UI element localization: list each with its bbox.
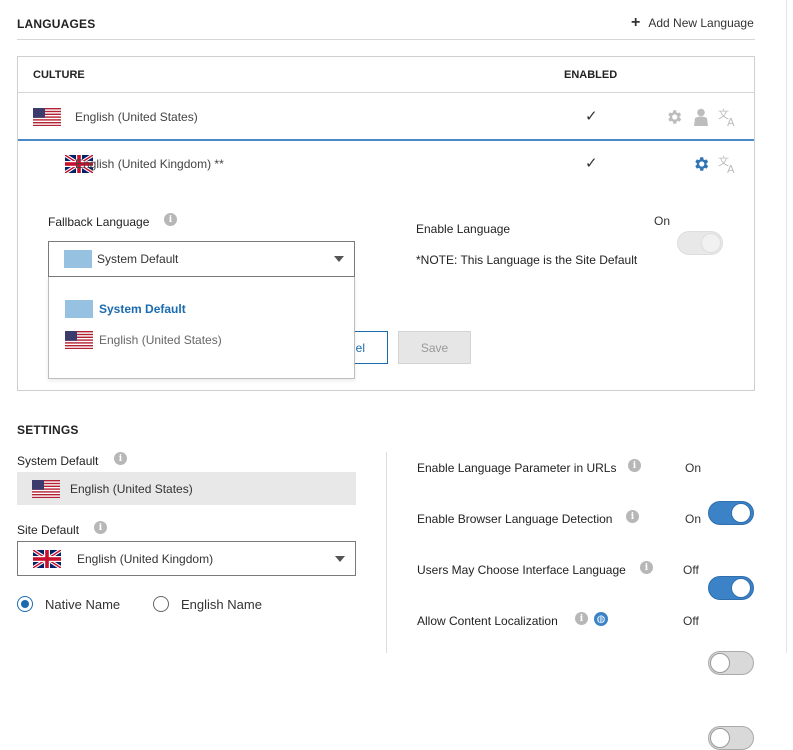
culture-column-header: CULTURE [33, 69, 85, 81]
toggle-state-content-localization: Off [683, 614, 699, 628]
us-flag-icon [33, 108, 61, 126]
display-name-option-native[interactable]: Native Name [17, 596, 120, 612]
gear-icon[interactable] [691, 154, 711, 174]
system-default-field: English (United States) [17, 472, 356, 505]
info-icon[interactable]: i [114, 452, 127, 465]
site-default-label: Site Default [17, 523, 80, 537]
enable-language-state: On [654, 214, 671, 228]
site-default-select[interactable]: English (United Kingdom) [17, 541, 356, 576]
cancel-button-label: el [355, 340, 365, 355]
enabled-check-icon: ✓ [585, 108, 598, 125]
fallback-language-dropdown [48, 277, 355, 379]
uk-flag-icon [33, 549, 61, 568]
system-default-swatch-icon [65, 300, 93, 318]
chevron-down-icon [334, 256, 344, 262]
system-default-label: System Default [17, 454, 99, 468]
display-name-option-english[interactable]: English Name [153, 596, 262, 612]
svg-text:A: A [727, 163, 735, 174]
toggle-label-content-localization: Allow Content Localization [417, 614, 558, 628]
system-default-value: English (United States) [70, 481, 193, 496]
info-icon[interactable]: i [575, 612, 588, 625]
language-name: English (United States) [75, 110, 198, 124]
site-default-note: *NOTE: This Language is the Site Default [416, 253, 638, 267]
plus-icon: + [631, 14, 641, 31]
fallback-language-label: Fallback Language [48, 215, 150, 229]
browser-detection-toggle[interactable] [708, 576, 754, 600]
enable-language-label: Enable Language [416, 222, 511, 236]
info-icon[interactable]: i [628, 459, 641, 472]
toggle-state-browser-detection: On [685, 512, 702, 526]
chevron-down-icon [335, 555, 345, 562]
toggle-state-interface-language: Off [683, 563, 699, 577]
toggle-label-browser-detection: Enable Browser Language Detection [417, 512, 613, 526]
toggle-label-interface-language: Users May Choose Interface Language [417, 563, 626, 577]
enabled-column-header: ENABLED [564, 69, 618, 81]
globe-icon: ◍ [594, 612, 608, 626]
us-flag-icon [32, 479, 60, 498]
gear-icon[interactable] [664, 107, 684, 127]
translate-icon[interactable]: 文A [718, 107, 738, 127]
languages-section-title: LANGUAGES [17, 17, 96, 31]
enable-language-toggle[interactable] [677, 231, 723, 255]
languages-divider [17, 39, 755, 40]
dropdown-option-en-us[interactable]: English (United States) [65, 331, 222, 349]
language-name: English (United Kingdom) ** [75, 157, 224, 171]
user-icon[interactable] [691, 107, 711, 127]
info-icon[interactable]: i [640, 561, 653, 574]
fallback-language-value: System Default [97, 252, 179, 266]
translate-icon[interactable]: 文A [718, 154, 738, 174]
info-icon[interactable]: i [94, 521, 107, 534]
interface-language-toggle[interactable] [708, 651, 754, 675]
add-new-language-button[interactable]: + Add New Language [631, 14, 754, 31]
us-flag-icon [65, 331, 93, 349]
system-default-swatch-icon [64, 250, 92, 268]
toggle-label-language-param: Enable Language Parameter in URLs [417, 461, 617, 475]
option-label: English (United States) [99, 333, 222, 347]
info-icon[interactable]: i [626, 510, 639, 523]
radio-english-label: English Name [181, 596, 262, 612]
site-default-value: English (United Kingdom) [77, 551, 214, 566]
radio-native-label: Native Name [45, 596, 121, 612]
radio-native-name[interactable] [17, 596, 33, 612]
content-localization-toggle[interactable] [708, 726, 754, 750]
info-icon[interactable]: i [164, 213, 177, 226]
settings-section-title: SETTINGS [17, 423, 79, 437]
radio-english-name[interactable] [153, 596, 169, 612]
language-param-toggle[interactable] [708, 501, 754, 525]
settings-column-divider [386, 452, 387, 653]
add-new-language-label: Add New Language [648, 16, 754, 30]
fallback-language-select[interactable]: System Default [48, 241, 355, 277]
scrollbar-track[interactable] [786, 0, 787, 653]
option-label: System Default [99, 302, 186, 316]
toggle-state-language-param: On [685, 461, 702, 475]
enabled-check-icon: ✓ [585, 155, 598, 172]
save-button-label: Save [420, 340, 449, 355]
svg-text:A: A [727, 116, 735, 127]
save-button[interactable]: Save [398, 331, 471, 364]
dropdown-option-system-default[interactable]: System Default [65, 300, 186, 318]
